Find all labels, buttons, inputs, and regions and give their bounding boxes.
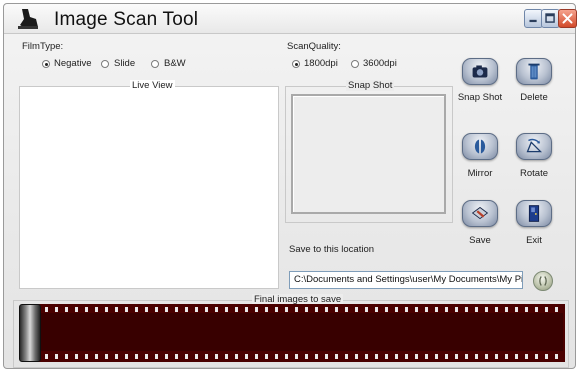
mirror-button-label: Mirror [467,168,493,179]
save-icon [471,206,489,220]
film-perforations-top [28,307,565,312]
rotate-button[interactable] [516,133,552,160]
mirror-icon [474,139,486,154]
browse-icon [539,276,547,286]
film-strip [28,304,565,362]
scan-quality-3600-radio[interactable] [351,60,359,68]
title-bar: Image Scan Tool [4,4,577,34]
close-icon [562,13,573,24]
browse-button[interactable] [533,271,553,291]
snap-shot-title: Snap Shot [346,80,395,91]
snap-shot-preview [291,94,446,214]
save-location-path-field[interactable]: C:\Documents and Settings\user\My Docume… [289,271,523,289]
film-type-label: FilmType: [22,41,64,52]
snap-shot-button[interactable] [462,58,498,85]
rotate-button-label: Rotate [520,168,548,179]
exit-door-icon [528,205,540,222]
delete-button[interactable] [516,58,552,85]
delete-button-label: Delete [520,92,548,103]
film-type-negative-label[interactable]: Negative [54,58,92,69]
film-perforations-bottom [28,354,565,359]
film-type-slide-label[interactable]: Slide [114,58,135,69]
scan-quality-1800-label[interactable]: 1800dpi [304,58,338,69]
snap-shot-button-label: Snap Shot [457,92,503,103]
minimize-icon [529,19,537,23]
film-type-slide-radio[interactable] [101,60,109,68]
rotate-icon [526,138,543,153]
camera-icon [472,65,488,78]
app-window: Image Scan Tool FilmType: Negative Slide… [3,3,577,369]
window-title: Image Scan Tool [54,9,199,30]
scan-quality-3600-label[interactable]: 3600dpi [363,58,397,69]
trash-icon [528,63,540,80]
film-type-bw-label[interactable]: B&W [164,58,186,69]
maximize-icon [545,13,555,23]
mirror-button[interactable] [462,133,498,160]
scan-quality-1800-radio[interactable] [292,60,300,68]
live-view-title: Live View [130,80,175,91]
film-frame-area [30,313,563,351]
save-button[interactable] [462,200,498,227]
save-button-label: Save [469,235,491,246]
save-location-label: Save to this location [289,244,375,255]
film-type-negative-radio[interactable] [42,60,50,68]
film-type-bw-radio[interactable] [151,60,159,68]
live-view-panel: Live View [19,80,279,289]
snap-shot-panel: Snap Shot [285,80,453,223]
exit-button-label: Exit [526,235,542,246]
scan-quality-label: ScanQuality: [287,41,341,52]
film-canister-icon [19,304,41,362]
exit-button[interactable] [516,200,552,227]
close-button[interactable] [558,9,577,28]
app-icon [18,9,38,29]
